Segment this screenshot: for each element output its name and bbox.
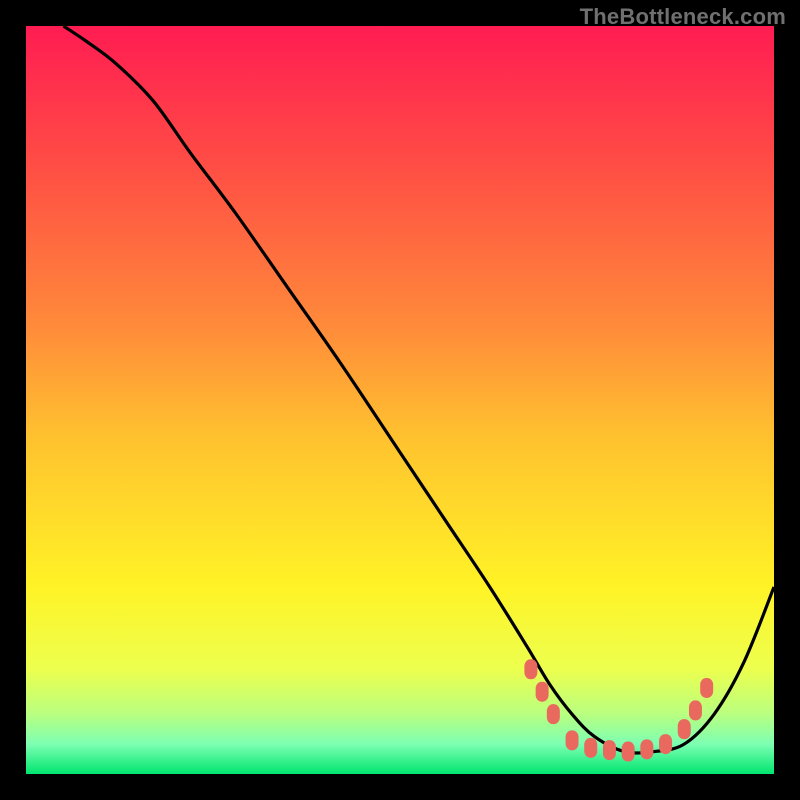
- highlight-dot: [678, 719, 691, 739]
- highlight-dot: [659, 734, 672, 754]
- highlight-dot: [566, 730, 579, 750]
- highlight-dot: [584, 738, 597, 758]
- gradient-background: [26, 26, 774, 774]
- highlight-dot: [547, 704, 560, 724]
- highlight-dot: [640, 739, 653, 759]
- highlight-dot: [622, 742, 635, 762]
- chart-canvas: [26, 26, 774, 774]
- highlight-dot: [700, 678, 713, 698]
- highlight-dot: [536, 682, 549, 702]
- highlight-dot: [689, 700, 702, 720]
- chart-frame: [26, 26, 774, 774]
- highlight-dot: [603, 740, 616, 760]
- highlight-dot: [524, 659, 537, 679]
- watermark-text: TheBottleneck.com: [580, 4, 786, 30]
